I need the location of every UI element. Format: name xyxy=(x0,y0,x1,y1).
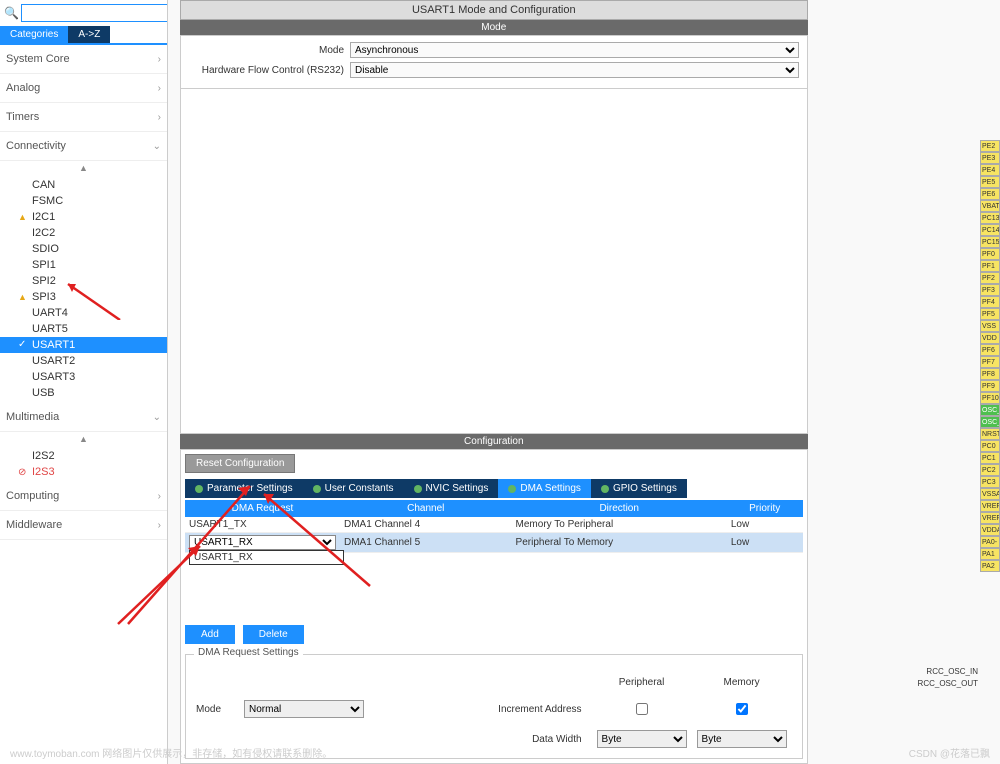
pin-label: RCC_OSC_IN xyxy=(918,667,980,679)
sidebar-item-usb[interactable]: USB xyxy=(0,385,167,401)
pin-PC13[interactable]: PC13 xyxy=(980,212,1000,224)
category-system-core[interactable]: System Core› xyxy=(0,45,167,74)
cfg-tab-gpio-settings[interactable]: GPIO Settings xyxy=(591,479,687,498)
inc-peripheral-cb[interactable] xyxy=(636,703,648,715)
pin-PF3[interactable]: PF3 xyxy=(980,284,1000,296)
mode-header: Mode xyxy=(180,20,808,35)
footer-right: CSDN @花落已飘 xyxy=(909,745,990,760)
flow-label: Hardware Flow Control (RS232) xyxy=(189,65,344,76)
cfg-tab-parameter-settings[interactable]: Parameter Settings xyxy=(185,479,303,498)
dma-row[interactable]: USART1_RXUSART1_RXDMA1 Channel 5Peripher… xyxy=(185,533,803,553)
pinout: RCC_OSC_INRCC_OSC_OUT PE2PE3PE4PE5PE6VBA… xyxy=(918,0,1000,764)
category-multimedia[interactable]: Multimedia⌄ xyxy=(0,403,167,432)
pin-label: RCC_OSC_OUT xyxy=(918,679,980,691)
pin-PF9[interactable]: PF9 xyxy=(980,380,1000,392)
pin-PF7[interactable]: PF7 xyxy=(980,356,1000,368)
sidebar-item-spi2[interactable]: SPI2 xyxy=(0,273,167,289)
category-connectivity[interactable]: Connectivity⌄ xyxy=(0,132,167,161)
pin-PE2[interactable]: PE2 xyxy=(980,140,1000,152)
mode-lbl2: Mode xyxy=(196,704,244,715)
dma-settings-legend: DMA Request Settings xyxy=(194,647,303,658)
pin-VDDA[interactable]: VDDA xyxy=(980,524,1000,536)
footer-left: www.toymoban.com 网络图片仅供展示，非存储，如有侵权请联系删除。 xyxy=(10,745,332,760)
pin-OSC_[interactable]: OSC_ xyxy=(980,416,1000,428)
pin-PC15[interactable]: PC15 xyxy=(980,236,1000,248)
main-panel: USART1 Mode and Configuration Mode Mode … xyxy=(180,0,808,764)
pin-VSSA[interactable]: VSSA xyxy=(980,488,1000,500)
pin-OSC_[interactable]: OSC_ xyxy=(980,404,1000,416)
pin-NRST[interactable]: NRST xyxy=(980,428,1000,440)
pin-PF5[interactable]: PF5 xyxy=(980,308,1000,320)
search-input[interactable] xyxy=(21,4,168,22)
dma-mode-select[interactable]: Normal xyxy=(244,700,364,718)
dma-request-select[interactable]: USART1_RX xyxy=(189,535,336,550)
tab-categories[interactable]: Categories xyxy=(0,26,68,43)
category-timers[interactable]: Timers› xyxy=(0,103,167,132)
pin-PF8[interactable]: PF8 xyxy=(980,368,1000,380)
pin-PF10[interactable]: PF10 xyxy=(980,392,1000,404)
category-computing[interactable]: Computing› xyxy=(0,482,167,511)
category-middleware[interactable]: Middleware› xyxy=(0,511,167,540)
cfg-tab-dma-settings[interactable]: DMA Settings xyxy=(498,479,591,498)
inc-label: Increment Address xyxy=(462,704,582,715)
pin-PE5[interactable]: PE5 xyxy=(980,176,1000,188)
pin-PA0-[interactable]: PA0- xyxy=(980,536,1000,548)
pin-VSS[interactable]: VSS xyxy=(980,320,1000,332)
sidebar-item-usart2[interactable]: USART2 xyxy=(0,353,167,369)
sidebar-item-usart1[interactable]: ✓USART1 xyxy=(0,337,167,353)
sidebar: 🔍 ▼ ⚙ Categories A->Z System Core›Analog… xyxy=(0,0,168,764)
category-analog[interactable]: Analog› xyxy=(0,74,167,103)
sidebar-item-sdio[interactable]: SDIO xyxy=(0,241,167,257)
pin-VREF-[interactable]: VREF- xyxy=(980,500,1000,512)
delete-button[interactable]: Delete xyxy=(243,625,304,644)
pin-PE6[interactable]: PE6 xyxy=(980,188,1000,200)
pin-PA2[interactable]: PA2 xyxy=(980,560,1000,572)
search-icon: 🔍 xyxy=(4,6,19,20)
pin-PE4[interactable]: PE4 xyxy=(980,164,1000,176)
inc-memory-cb[interactable] xyxy=(736,703,748,715)
page-title: USART1 Mode and Configuration xyxy=(180,0,808,20)
pin-PC0[interactable]: PC0 xyxy=(980,440,1000,452)
pin-PC14[interactable]: PC14 xyxy=(980,224,1000,236)
dma-row[interactable]: USART1_TXDMA1 Channel 4Memory To Periphe… xyxy=(185,517,803,533)
sidebar-item-i2c1[interactable]: ▲I2C1 xyxy=(0,209,167,225)
sidebar-item-i2s2[interactable]: I2S2 xyxy=(0,448,167,464)
dma-table: DMA RequestChannelDirectionPriority USAR… xyxy=(185,500,803,553)
sidebar-item-can[interactable]: CAN xyxy=(0,177,167,193)
pin-VDD[interactable]: VDD xyxy=(980,332,1000,344)
pin-PC3[interactable]: PC3 xyxy=(980,476,1000,488)
pin-PF4[interactable]: PF4 xyxy=(980,296,1000,308)
pin-PF1[interactable]: PF1 xyxy=(980,260,1000,272)
sidebar-item-spi1[interactable]: SPI1 xyxy=(0,257,167,273)
dma-request-option[interactable]: USART1_RX xyxy=(189,550,344,565)
flow-select[interactable]: Disable xyxy=(350,62,799,78)
pin-PC2[interactable]: PC2 xyxy=(980,464,1000,476)
pin-PE3[interactable]: PE3 xyxy=(980,152,1000,164)
col-peripheral: Peripheral xyxy=(592,677,692,688)
sidebar-item-uart5[interactable]: UART5 xyxy=(0,321,167,337)
reset-config-button[interactable]: Reset Configuration xyxy=(185,454,295,473)
tab-az[interactable]: A->Z xyxy=(68,26,110,43)
pin-PC1[interactable]: PC1 xyxy=(980,452,1000,464)
pin-VBAT[interactable]: VBAT xyxy=(980,200,1000,212)
pin-PF6[interactable]: PF6 xyxy=(980,344,1000,356)
sidebar-item-usart3[interactable]: USART3 xyxy=(0,369,167,385)
cfg-tab-nvic-settings[interactable]: NVIC Settings xyxy=(404,479,499,498)
col-memory: Memory xyxy=(692,677,792,688)
mode-label: Mode xyxy=(189,45,344,56)
sidebar-item-i2c2[interactable]: I2C2 xyxy=(0,225,167,241)
pin-PF2[interactable]: PF2 xyxy=(980,272,1000,284)
cfg-tab-user-constants[interactable]: User Constants xyxy=(303,479,404,498)
pin-PA1[interactable]: PA1 xyxy=(980,548,1000,560)
pin-PF0[interactable]: PF0 xyxy=(980,248,1000,260)
mode-select[interactable]: Asynchronous xyxy=(350,42,799,58)
pin-VREF+[interactable]: VREF+ xyxy=(980,512,1000,524)
sidebar-item-spi3[interactable]: ▲SPI3 xyxy=(0,289,167,305)
add-button[interactable]: Add xyxy=(185,625,235,644)
sidebar-item-fsmc[interactable]: FSMC xyxy=(0,193,167,209)
config-header: Configuration xyxy=(180,434,808,449)
sidebar-item-uart4[interactable]: UART4 xyxy=(0,305,167,321)
dw-label: Data Width xyxy=(462,734,582,745)
sidebar-item-i2s3[interactable]: ⊘I2S3 xyxy=(0,464,167,480)
